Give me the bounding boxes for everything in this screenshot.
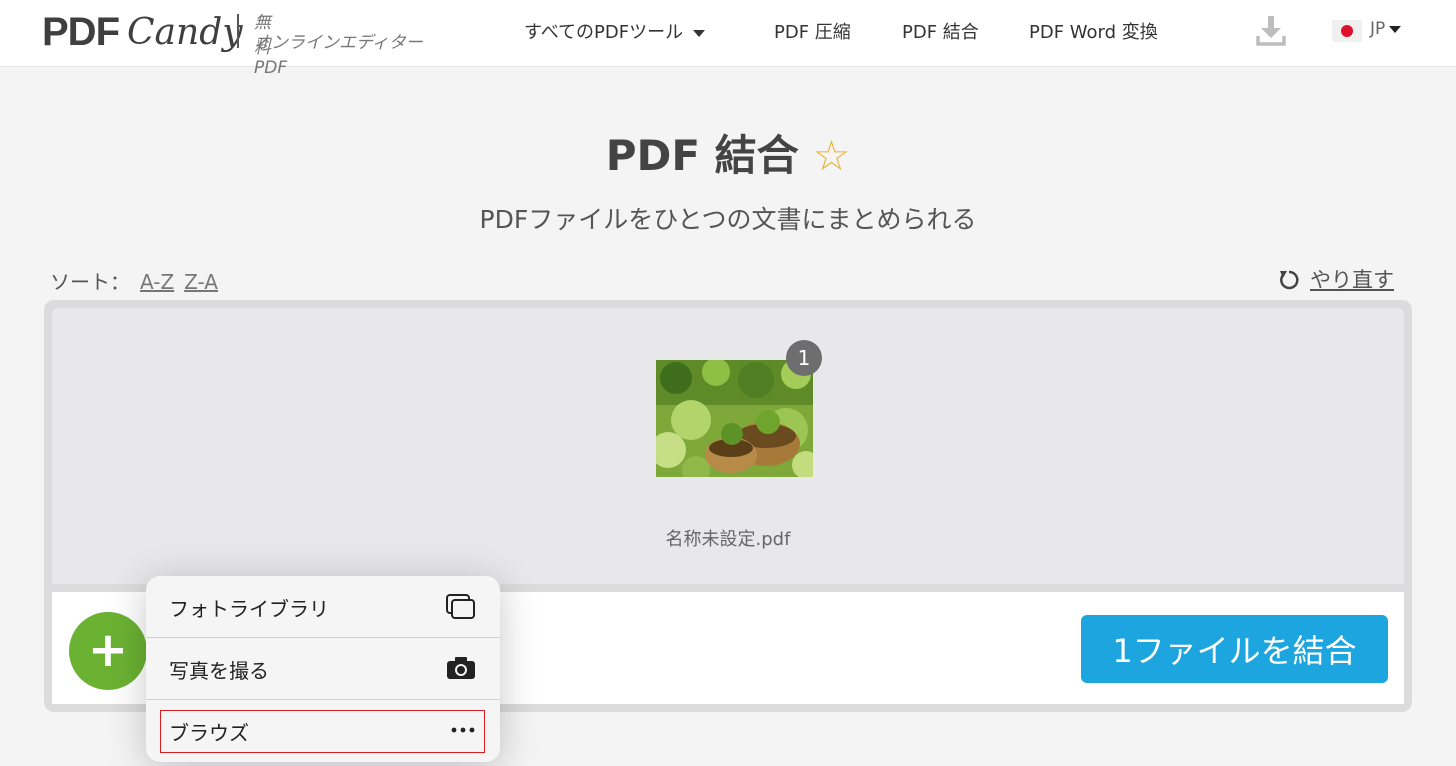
- redo-button[interactable]: やり直す: [1278, 264, 1394, 294]
- sort-za-link[interactable]: Z-A: [184, 270, 218, 294]
- sort-label: ソート：: [50, 270, 130, 294]
- language-selector[interactable]: JP: [1370, 19, 1402, 39]
- nav-compress[interactable]: PDF 圧縮: [774, 18, 851, 44]
- nav-word[interactable]: PDF Word 変換: [1029, 18, 1158, 44]
- sort-az-link[interactable]: A-Z: [140, 270, 174, 294]
- menu-item-take-photo[interactable]: 写真を撮る: [146, 638, 500, 699]
- file-drop-area[interactable]: 1 名称未設定.pdf: [52, 308, 1404, 584]
- language-label: JP: [1370, 19, 1386, 39]
- file-thumbnail[interactable]: [656, 360, 813, 477]
- file-source-menu: フォトライブラリ 写真を撮る ブラウズ: [146, 576, 500, 762]
- chevron-down-icon: [1389, 25, 1402, 33]
- download-icon[interactable]: [1255, 14, 1287, 48]
- menu-item-photo-library[interactable]: フォトライブラリ: [146, 576, 500, 637]
- menu-item-label: フォトライブラリ: [169, 597, 329, 621]
- add-file-button[interactable]: +: [69, 612, 147, 690]
- page-title: PDF 結合 ☆: [0, 122, 1456, 183]
- redo-label: やり直す: [1310, 268, 1394, 292]
- page-title-text: PDF 結合: [605, 131, 799, 180]
- merge-files-button[interactable]: 1ファイルを結合: [1081, 615, 1388, 683]
- redo-icon: [1280, 270, 1299, 290]
- camera-icon: [447, 657, 475, 679]
- nav-all-tools[interactable]: すべてのPDFツール: [524, 18, 706, 44]
- page-subtitle: PDFファイルをひとつの文書にまとめられる: [479, 205, 977, 234]
- logo-tagline-2: オンラインエディター: [254, 33, 423, 53]
- file-order-badge: 1: [786, 340, 822, 376]
- menu-item-label: 写真を撮る: [169, 659, 269, 683]
- top-header: PDF Candy 無料PDF オンラインエディター すべてのPDFツール PD…: [0, 0, 1456, 78]
- nav-merge[interactable]: PDF 結合: [902, 18, 979, 44]
- plant-photo-image: [656, 360, 813, 477]
- nav-all-tools-label: すべてのPDFツール: [524, 22, 684, 43]
- browse-highlight-box: [160, 710, 485, 753]
- sort-controls: ソート： A-Z Z-A: [50, 266, 218, 295]
- favorite-star-icon[interactable]: ☆: [813, 131, 851, 180]
- logo-pdf-text: PDF: [42, 10, 120, 54]
- file-name: 名称未設定.pdf: [665, 529, 791, 550]
- logo-divider: [237, 14, 239, 48]
- logo-candy-text: Candy: [127, 12, 243, 53]
- chevron-down-icon: [693, 29, 706, 37]
- photo-library-icon: [446, 594, 475, 619]
- japan-flag-icon[interactable]: [1332, 20, 1362, 42]
